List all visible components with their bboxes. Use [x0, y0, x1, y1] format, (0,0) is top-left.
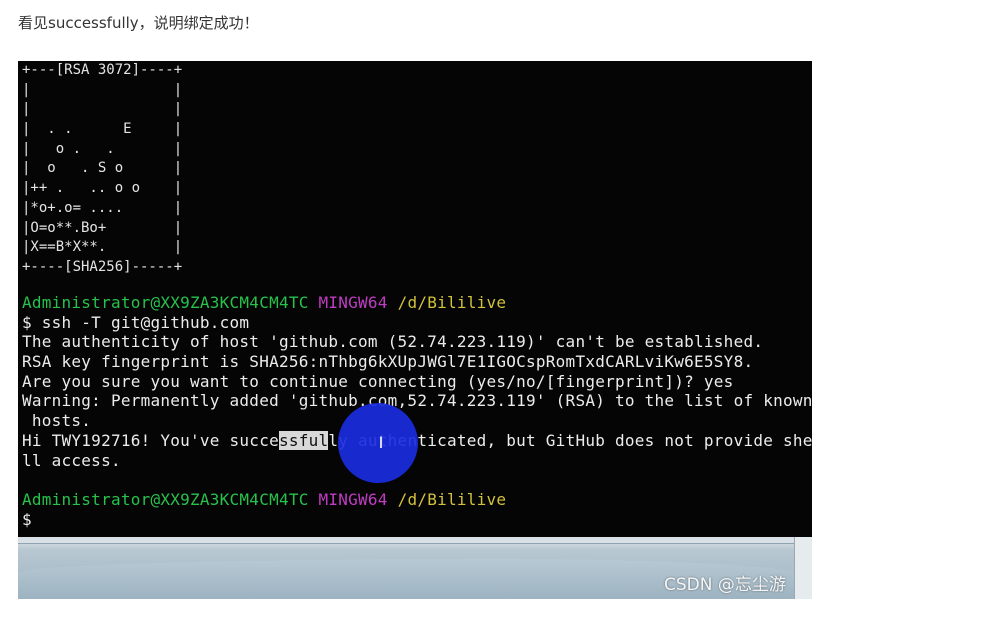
caption-text: 看见successfully，说明绑定成功！ — [18, 14, 259, 32]
randomart-line: |X==B*X**. | — [22, 239, 183, 256]
success-text-before: Hi TWY192716! You've succe — [22, 430, 279, 450]
output-line: The authenticity of host 'github.com (52… — [22, 332, 764, 352]
command-line: $ ssh -T git@github.com — [22, 312, 250, 332]
prompt-env: MINGW64 — [318, 489, 388, 509]
prompt-line: Administrator@XX9ZA3KCM4CM4TC MINGW64 /d… — [22, 293, 812, 313]
randomart-line: | o . . | — [22, 140, 183, 157]
prompt-env: MINGW64 — [318, 293, 388, 312]
output-line: Warning: Permanently added 'github.com,5… — [22, 391, 812, 411]
output-line: ll access. — [22, 450, 121, 470]
randomart-line: +---[RSA 3072]----+ — [22, 62, 183, 78]
selected-text[interactable]: ssful — [278, 430, 329, 450]
output-line: RSA key fingerprint is SHA256:nThbg6kXUp… — [22, 352, 754, 372]
terminal-window: +---[RSA 3072]----+ | | | | | . . E | | o . … — [18, 61, 812, 537]
window-bottom-border — [18, 537, 812, 544]
terminal-screenshot: +---[RSA 3072]----+ | | | | | . . E | | o . … — [18, 61, 812, 599]
prompt-path: /d/Bililive — [397, 489, 507, 509]
window-scrollbar[interactable] — [794, 537, 812, 599]
prompt-user: Administrator@XX9ZA3KCM4CM4TC — [22, 489, 309, 509]
input-prompt[interactable]: $ — [22, 510, 812, 530]
prompt-path: /d/Bililive — [397, 293, 507, 312]
randomart-block: +---[RSA 3072]----+ | | | | | . . E | | o . … — [22, 61, 182, 278]
randomart-line: |*o+.o= .... | — [22, 199, 183, 216]
randomart-line: | . . E | — [22, 121, 183, 138]
randomart-line: +----[SHA256]-----+ — [22, 258, 183, 275]
prompt-user: Administrator@XX9ZA3KCM4CM4TC — [22, 293, 309, 312]
randomart-line: | | — [22, 101, 183, 118]
output-line: Are you sure you want to continue connec… — [22, 371, 734, 391]
randomart-line: | | — [22, 81, 183, 98]
output-line: hosts. — [22, 411, 92, 431]
randomart-line: | o . S o | — [22, 160, 183, 177]
watermark-text: CSDN @忘尘游 — [664, 575, 786, 595]
prompt-line: Administrator@XX9ZA3KCM4CM4TC MINGW64 /d… — [22, 490, 812, 510]
terminal-output: Administrator@XX9ZA3KCM4CM4TC MINGW64 /d… — [22, 293, 812, 529]
randomart-line: |++ . .. o o | — [22, 180, 183, 197]
text-cursor-icon: I — [378, 433, 384, 452]
randomart-line: |O=o**.Bo+ | — [22, 219, 183, 236]
